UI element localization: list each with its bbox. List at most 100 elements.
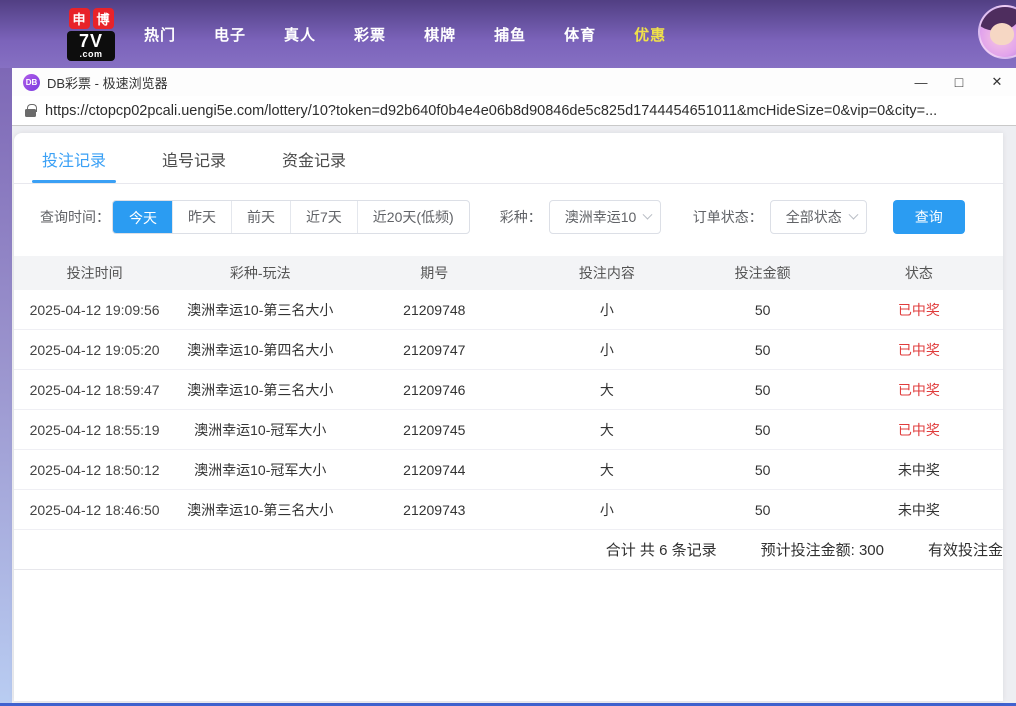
lock-icon xyxy=(25,103,37,117)
chevron-down-icon xyxy=(642,209,653,220)
cell-game: 澳洲幸运10-冠军大小 xyxy=(194,461,327,478)
table-body: 2025-04-12 19:09:56 澳洲幸运10-第三名大小 2120974… xyxy=(14,290,1003,530)
url-text: https://ctopcp02pcali.uengi5e.com/lotter… xyxy=(45,102,938,119)
minimize-icon[interactable]: — xyxy=(902,68,940,96)
cell-bet-time: 2025-04-12 19:05:20 xyxy=(29,341,160,358)
cell-status: 已中奖 xyxy=(897,381,940,398)
record-tab[interactable]: 追号记录 xyxy=(160,133,228,183)
app-icon: DB xyxy=(23,73,40,91)
record-tabs: 投注记录 追号记录 资金记录 xyxy=(14,133,1003,184)
table-summary: 合计 共 6 条记录 预计投注金额: 300 有效投注金 xyxy=(14,530,1003,570)
summary-total: 合计 共 6 条记录 xyxy=(605,542,717,559)
records-panel: 投注记录 追号记录 资金记录 查询时间： 今天 昨天 前天 近7天 近20天(低… xyxy=(14,133,1003,701)
time-filter-group: 今天 昨天 前天 近7天 近20天(低频) xyxy=(112,200,470,234)
lottery-select-label: 彩种： xyxy=(499,209,542,225)
cell-amount: 50 xyxy=(754,461,771,478)
browser-window: DB DB彩票 - 极速浏览器 — □ ✕ https://ctopcp02pc… xyxy=(12,68,1016,703)
lottery-select-value: 澳洲幸运10 xyxy=(564,209,637,225)
table-row: 2025-04-12 18:50:12 澳洲幸运10-冠军大小 21209744… xyxy=(14,450,1003,490)
lottery-select[interactable]: 澳洲幸运10 xyxy=(548,200,661,234)
order-status-select[interactable]: 全部状态 xyxy=(769,200,867,234)
cell-amount: 50 xyxy=(754,341,771,358)
table-row: 2025-04-12 19:09:56 澳洲幸运10-第三名大小 2120974… xyxy=(14,290,1003,330)
table-row: 2025-04-12 18:59:47 澳洲幸运10-第三名大小 2120974… xyxy=(14,370,1003,410)
close-icon[interactable]: ✕ xyxy=(978,68,1016,96)
logo-7v: 7V .com xyxy=(67,30,115,61)
order-status-value: 全部状态 xyxy=(785,209,842,225)
nav-item[interactable]: 真人 xyxy=(284,24,316,45)
cell-amount: 50 xyxy=(754,381,771,398)
col-header-game: 彩种-玩法 xyxy=(229,265,291,281)
nav-item[interactable]: 棋牌 xyxy=(424,24,456,45)
summary-valid: 有效投注金 xyxy=(927,542,1003,559)
cell-bet-time: 2025-04-12 19:09:56 xyxy=(29,301,160,318)
cell-status: 已中奖 xyxy=(897,341,940,358)
time-filter-option[interactable]: 今天 xyxy=(113,201,172,233)
nav-item[interactable]: 捕鱼 xyxy=(494,24,526,45)
col-header-time: 投注时间 xyxy=(66,265,123,281)
nav-item[interactable]: 优惠 xyxy=(634,24,666,45)
summary-expected: 预计投注金额: 300 xyxy=(760,542,884,559)
cell-content: 小 xyxy=(599,301,614,318)
maximize-icon[interactable]: □ xyxy=(940,68,978,96)
search-button[interactable]: 查询 xyxy=(892,200,965,234)
record-tab[interactable]: 投注记录 xyxy=(31,133,117,183)
main-nav: 热门 电子 真人 彩票 棋牌 捕鱼 体育 优惠 xyxy=(144,24,666,45)
nav-item[interactable]: 体育 xyxy=(564,24,596,45)
cell-status: 已中奖 xyxy=(897,421,940,438)
col-header-content: 投注内容 xyxy=(578,265,635,281)
page-content: 投注记录 追号记录 资金记录 查询时间： 今天 昨天 前天 近7天 近20天(低… xyxy=(12,126,1016,703)
cell-game: 澳洲幸运10-第四名大小 xyxy=(187,341,334,358)
cell-bet-time: 2025-04-12 18:50:12 xyxy=(29,461,160,478)
cell-content: 大 xyxy=(599,461,614,478)
cell-issue: 21209745 xyxy=(403,421,466,438)
col-header-status: 状态 xyxy=(904,265,933,281)
cell-issue: 21209748 xyxy=(403,301,466,318)
cell-content: 小 xyxy=(599,341,614,358)
cell-amount: 50 xyxy=(754,421,771,438)
filter-bar: 查询时间： 今天 昨天 前天 近7天 近20天(低频) 彩种： 澳洲幸运10 订… xyxy=(40,200,1003,234)
user-avatar[interactable] xyxy=(978,5,1016,59)
time-filter-label: 查询时间： xyxy=(40,209,110,225)
cell-bet-time: 2025-04-12 18:46:50 xyxy=(29,501,160,518)
cell-issue: 21209747 xyxy=(403,341,466,358)
cell-bet-time: 2025-04-12 18:55:19 xyxy=(29,421,160,438)
cell-status: 未中奖 xyxy=(897,461,940,478)
time-filter-option[interactable]: 近20天(低频) xyxy=(356,201,469,233)
chevron-down-icon xyxy=(848,209,859,220)
cell-game: 澳洲幸运10-冠军大小 xyxy=(194,421,327,438)
cell-status: 未中奖 xyxy=(897,501,940,518)
window-title: DB彩票 - 极速浏览器 xyxy=(47,75,168,91)
cell-amount: 50 xyxy=(754,301,771,318)
cell-amount: 50 xyxy=(754,501,771,518)
site-logo[interactable]: 申 博 7V .com xyxy=(62,7,120,61)
logo-badge-1: 申 xyxy=(68,7,90,29)
cell-content: 小 xyxy=(599,501,614,518)
cell-issue: 21209744 xyxy=(403,461,466,478)
col-header-issue: 期号 xyxy=(420,265,449,281)
window-titlebar[interactable]: DB DB彩票 - 极速浏览器 — □ ✕ xyxy=(12,68,1016,96)
address-bar[interactable]: https://ctopcp02pcali.uengi5e.com/lotter… xyxy=(12,96,1016,126)
logo-badge-2: 博 xyxy=(92,7,114,29)
record-tab[interactable]: 资金记录 xyxy=(280,133,348,183)
table-header: 投注时间 彩种-玩法 期号 投注内容 投注金额 状态 xyxy=(14,256,1003,290)
nav-item[interactable]: 热门 xyxy=(144,24,176,45)
order-status-label: 订单状态： xyxy=(692,209,763,225)
cell-bet-time: 2025-04-12 18:59:47 xyxy=(29,381,160,398)
cell-issue: 21209746 xyxy=(403,381,466,398)
cell-status: 已中奖 xyxy=(897,301,940,318)
nav-item[interactable]: 彩票 xyxy=(354,24,386,45)
time-filter-option[interactable]: 近7天 xyxy=(290,201,357,233)
col-header-amount: 投注金额 xyxy=(734,265,791,281)
table-row: 2025-04-12 19:05:20 澳洲幸运10-第四名大小 2120974… xyxy=(14,330,1003,370)
time-filter-option[interactable]: 昨天 xyxy=(172,201,231,233)
site-header: 申 博 7V .com 热门 电子 真人 彩票 棋牌 捕鱼 体育 优惠 xyxy=(0,0,1016,68)
time-filter-option[interactable]: 前天 xyxy=(231,201,290,233)
cell-issue: 21209743 xyxy=(403,501,466,518)
table-row: 2025-04-12 18:46:50 澳洲幸运10-第三名大小 2120974… xyxy=(14,490,1003,530)
cell-content: 大 xyxy=(599,421,614,438)
nav-item[interactable]: 电子 xyxy=(214,24,246,45)
cell-game: 澳洲幸运10-第三名大小 xyxy=(187,301,334,318)
cell-game: 澳洲幸运10-第三名大小 xyxy=(187,381,334,398)
cell-content: 大 xyxy=(599,381,614,398)
